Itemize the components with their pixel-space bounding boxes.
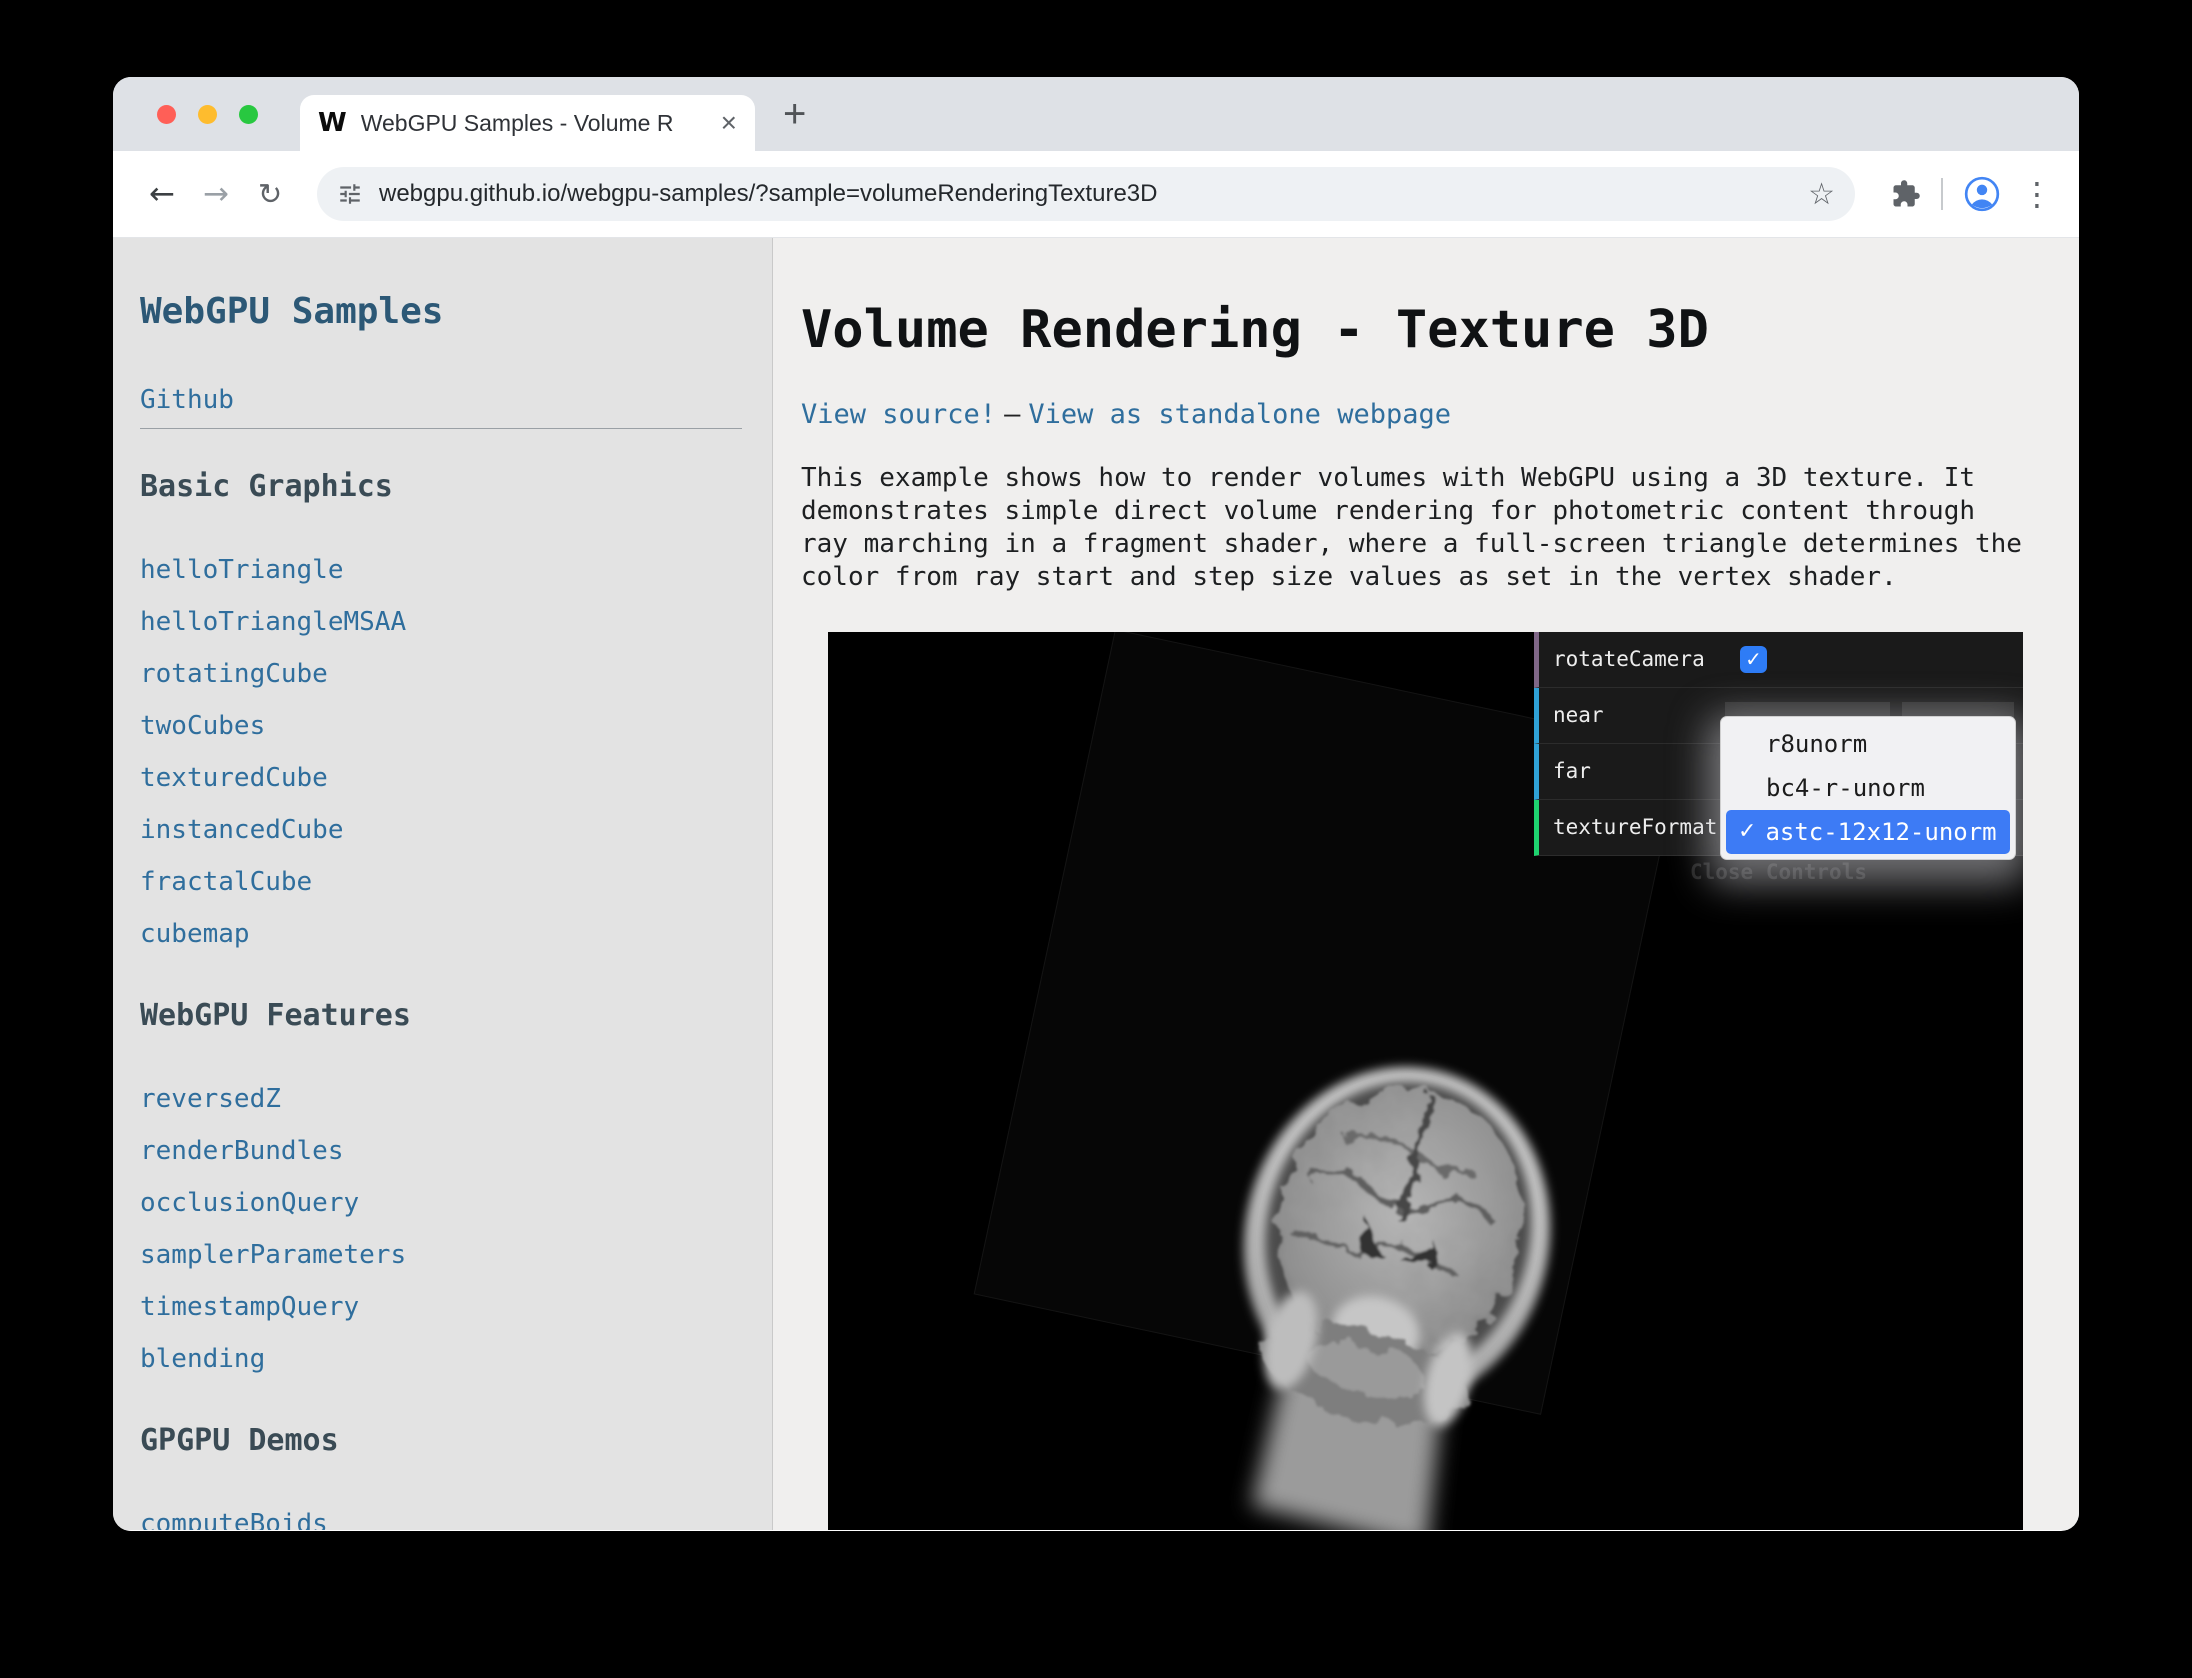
list-item: texturedCube xyxy=(140,752,742,804)
sidebar: WebGPU Samples Github Basic Graphics hel… xyxy=(113,238,773,1530)
list-item: blending xyxy=(140,1333,742,1385)
dropdown-option-selected[interactable]: ✓ astc-12x12-unorm xyxy=(1726,810,2010,854)
sidebar-divider xyxy=(140,428,742,429)
extensions-icon[interactable] xyxy=(1891,179,1921,209)
list-item: reversedZ xyxy=(140,1073,742,1125)
browser-window: W WebGPU Samples - Volume R × + ← → ↻ we… xyxy=(113,77,2079,1531)
sidebar-item-samplerparameters[interactable]: samplerParameters xyxy=(140,1240,406,1270)
list-item: timestampQuery xyxy=(140,1281,742,1333)
site-title: WebGPU Samples xyxy=(140,290,742,334)
list-item: fractalCube xyxy=(140,856,742,908)
tab-close-icon[interactable]: × xyxy=(721,109,737,137)
tab-title: WebGPU Samples - Volume R xyxy=(361,110,707,137)
page-content: WebGPU Samples Github Basic Graphics hel… xyxy=(113,238,2079,1530)
list-item: computeBoids xyxy=(140,1498,742,1530)
link-separator: — xyxy=(1004,399,1020,430)
standalone-link[interactable]: View as standalone webpage xyxy=(1028,399,1451,430)
section-heading-gpgpu-demos: GPGPU Demos xyxy=(140,1423,742,1459)
list-item: samplerParameters xyxy=(140,1229,742,1281)
new-tab-button[interactable]: + xyxy=(783,94,806,134)
close-window-button[interactable] xyxy=(157,105,176,124)
webgpu-logo-icon: W xyxy=(318,108,347,138)
section-heading-basic-graphics: Basic Graphics xyxy=(140,469,742,505)
list-item: cubemap xyxy=(140,908,742,960)
list-item: occlusionQuery xyxy=(140,1177,742,1229)
browser-menu-icon[interactable]: ⋮ xyxy=(2021,175,2053,213)
sidebar-item-reversedz[interactable]: reversedZ xyxy=(140,1084,281,1114)
textureformat-label: textureFormat xyxy=(1553,800,1717,855)
rotatecamera-checkbox[interactable]: ✓ xyxy=(1740,646,1767,673)
page-title: Volume Rendering - Texture 3D xyxy=(801,302,2023,358)
traffic-lights xyxy=(157,105,258,124)
sidebar-item-occlusionquery[interactable]: occlusionQuery xyxy=(140,1188,359,1218)
sidebar-item-twocubes[interactable]: twoCubes xyxy=(140,711,265,741)
sidebar-item-fractalcube[interactable]: fractalCube xyxy=(140,867,312,897)
section-heading-webgpu-features: WebGPU Features xyxy=(140,998,742,1034)
brain-mri-rendering xyxy=(1158,1032,1618,1530)
github-link[interactable]: Github xyxy=(140,385,234,415)
toolbar-separator xyxy=(1941,178,1943,210)
dropdown-option-label: astc-12x12-unorm xyxy=(1765,810,1996,854)
dropdown-option[interactable]: bc4-r-unorm xyxy=(1726,766,2010,810)
near-label: near xyxy=(1553,688,1604,743)
dropdown-option[interactable]: r8unorm xyxy=(1726,722,2010,766)
reload-button[interactable]: ↻ xyxy=(247,171,293,217)
list-item: twoCubes xyxy=(140,700,742,752)
sidebar-item-texturedcube[interactable]: texturedCube xyxy=(140,763,328,793)
sidebar-item-blending[interactable]: blending xyxy=(140,1344,265,1374)
close-controls-button[interactable]: Close Controls xyxy=(1534,860,2023,884)
sidebar-item-timestampquery[interactable]: timestampQuery xyxy=(140,1292,359,1322)
sidebar-item-instancedcube[interactable]: instancedCube xyxy=(140,815,344,845)
sidebar-item-rotatingcube[interactable]: rotatingCube xyxy=(140,659,328,689)
gpgpu-demos-list: computeBoids xyxy=(140,1498,742,1530)
list-item: helloTriangleMSAA xyxy=(140,596,742,648)
render-canvas[interactable]: rotateCamera ✓ near far textureFormat xyxy=(828,632,2023,1530)
tab-bar: W WebGPU Samples - Volume R × + xyxy=(113,77,2079,151)
gui-row-rotatecamera: rotateCamera ✓ xyxy=(1534,632,2023,688)
list-item: rotatingCube xyxy=(140,648,742,700)
minimize-window-button[interactable] xyxy=(198,105,217,124)
sidebar-item-hellotriangle[interactable]: helloTriangle xyxy=(140,555,344,585)
url-text: webgpu.github.io/webgpu-samples/?sample=… xyxy=(379,180,1808,208)
textureformat-dropdown: r8unorm bc4-r-unorm ✓ astc-12x12-unorm xyxy=(1720,716,2016,860)
main-content: Volume Rendering - Texture 3D View sourc… xyxy=(773,238,2079,1530)
bookmark-star-icon[interactable]: ☆ xyxy=(1808,177,1835,212)
far-label: far xyxy=(1553,744,1591,799)
sample-description: This example shows how to render volumes… xyxy=(801,462,2023,594)
url-bar[interactable]: webgpu.github.io/webgpu-samples/?sample=… xyxy=(317,167,1855,221)
basic-graphics-list: helloTriangle helloTriangleMSAA rotating… xyxy=(140,544,742,960)
list-item: helloTriangle xyxy=(140,544,742,596)
list-item: renderBundles xyxy=(140,1125,742,1177)
list-item: instancedCube xyxy=(140,804,742,856)
browser-tab[interactable]: W WebGPU Samples - Volume R × xyxy=(300,95,755,151)
zoom-window-button[interactable] xyxy=(239,105,258,124)
view-source-link[interactable]: View source! xyxy=(801,399,996,430)
webgpu-features-list: reversedZ renderBundles occlusionQuery s… xyxy=(140,1073,742,1385)
sidebar-item-hellotrianglemsaa[interactable]: helloTriangleMSAA xyxy=(140,607,406,637)
site-settings-icon[interactable] xyxy=(337,181,363,207)
profile-avatar[interactable] xyxy=(1963,175,2001,213)
sidebar-item-renderbundles[interactable]: renderBundles xyxy=(140,1136,344,1166)
sidebar-item-cubemap[interactable]: cubemap xyxy=(140,919,250,949)
sidebar-item-computeboids[interactable]: computeBoids xyxy=(140,1509,328,1530)
rotatecamera-label: rotateCamera xyxy=(1553,632,1705,687)
back-button[interactable]: ← xyxy=(139,171,185,217)
forward-button[interactable]: → xyxy=(193,171,239,217)
sample-links: View source! — View as standalone webpage xyxy=(801,398,2023,432)
browser-toolbar: ← → ↻ webgpu.github.io/webgpu-samples/?s… xyxy=(113,151,2079,238)
check-icon: ✓ xyxy=(1738,810,1756,854)
